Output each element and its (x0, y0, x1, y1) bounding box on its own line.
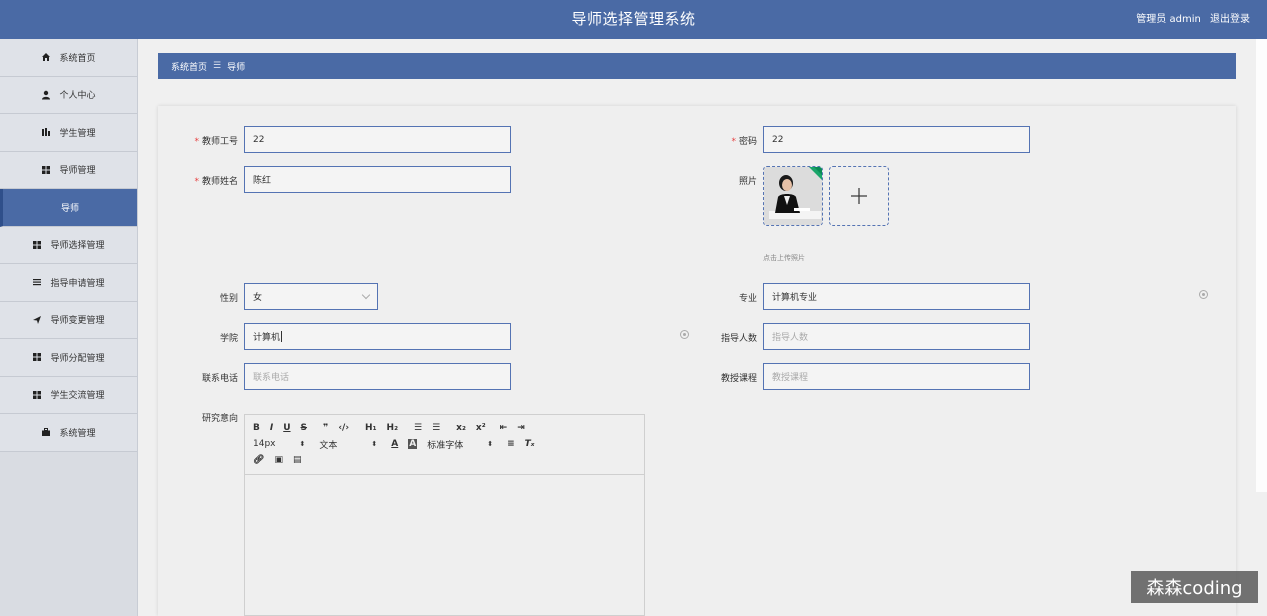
briefcase-icon (41, 427, 51, 437)
user-area: 管理员 admin 退出登录 (1130, 0, 1250, 39)
italic-icon[interactable]: I (270, 423, 273, 433)
background-color-icon[interactable]: A (408, 439, 418, 449)
sidebar-item-teacher-assign[interactable]: 导师分配管理 (0, 339, 137, 377)
college-label: 学院 (219, 334, 238, 344)
photo-label: 照片 (738, 177, 757, 187)
blockquote-icon[interactable]: ❞ (323, 423, 328, 433)
video-icon[interactable]: ▤ (293, 455, 302, 465)
sidebar-item-students[interactable]: 学生管理 (0, 114, 137, 152)
sidebar-item-label: 系统首页 (59, 53, 96, 64)
guide-count-label: 指导人数 (720, 334, 757, 344)
clear-format-icon[interactable]: Tₓ (525, 439, 535, 449)
breadcrumb-home[interactable]: 系统首页 (171, 60, 207, 73)
grid-icon (32, 240, 42, 250)
plus-icon (851, 188, 867, 204)
password-input[interactable]: 22 (763, 126, 1030, 153)
teacher-no-input[interactable]: 22 (244, 126, 511, 153)
strikethrough-icon[interactable]: S (301, 423, 307, 433)
chevron-down-icon (361, 290, 371, 300)
logout-link[interactable]: 退出登录 (1210, 14, 1250, 25)
user-label: 管理员 admin (1136, 14, 1201, 25)
bold-icon[interactable]: B (253, 423, 260, 433)
sidebar-subitem-teacher[interactable]: 导师 (0, 189, 137, 227)
grid-icon (41, 165, 51, 175)
teacher-name-input[interactable]: 陈红 (244, 166, 511, 193)
sidebar-item-label: 指导申请管理 (50, 278, 105, 289)
sidebar-item-teachers[interactable]: 导师管理 (0, 151, 137, 189)
grid-icon (32, 390, 42, 400)
sidebar-item-label: 导师 (60, 203, 79, 214)
sidebar-item-label: 系统管理 (59, 428, 96, 439)
sidebar-item-label: 学生交流管理 (50, 391, 105, 402)
subscript-icon[interactable]: x₂ (456, 423, 466, 433)
sidebar-item-label: 导师选择管理 (50, 241, 105, 252)
breadcrumb: 系统首页 ☰ 导师 (158, 53, 1236, 79)
bar-chart-icon (41, 127, 51, 137)
font-size-select[interactable]: 14px ⬍ (253, 439, 305, 449)
user-icon (41, 90, 51, 100)
heading1-icon[interactable]: H₁ (365, 423, 376, 433)
editor-toolbar: B I U S ❞ ‹/› H₁ H₂ ☰ ☰ x₂ x² ⇤ ⇥ 14px ⬍ … (245, 415, 644, 475)
breadcrumb-current: 导师 (227, 62, 246, 73)
sidebar-item-system[interactable]: 系统管理 (0, 414, 137, 452)
underline-icon[interactable]: U (283, 423, 290, 433)
list-icon (32, 277, 42, 287)
text-type-select[interactable]: 文本 ⬍ (319, 438, 377, 451)
sidebar: 系统首页 个人中心 学生管理 导师管理 导师 导师选择管理 指导申请管理 导师变… (0, 39, 138, 616)
font-color-icon[interactable]: A (391, 439, 398, 449)
sidebar-item-label: 导师管理 (59, 166, 96, 177)
gender-select[interactable]: 女 (244, 283, 378, 310)
sidebar-item-home[interactable]: 系统首页 (0, 39, 137, 77)
rich-text-editor: B I U S ❞ ‹/› H₁ H₂ ☰ ☰ x₂ x² ⇤ ⇥ 14px ⬍ … (244, 414, 645, 616)
code-icon[interactable]: ‹/› (338, 423, 349, 433)
watermark: 森森coding (1131, 571, 1258, 603)
align-icon[interactable]: ≡ (507, 439, 515, 449)
top-header: 导师选择管理系统 管理员 admin 退出登录 (0, 0, 1267, 39)
breadcrumb-separator: ☰ (213, 61, 222, 71)
major-input[interactable]: 计算机专业 (763, 283, 1030, 310)
home-icon (41, 52, 51, 62)
teacher-name-label: * 教师姓名 (194, 177, 238, 187)
guide-count-input[interactable]: 指导人数 (763, 323, 1030, 350)
sidebar-item-profile[interactable]: 个人中心 (0, 76, 137, 114)
sidebar-item-teacher-change[interactable]: 导师变更管理 (0, 301, 137, 339)
sidebar-item-guidance-apply[interactable]: 指导申请管理 (0, 264, 137, 302)
upload-photo-button[interactable] (829, 166, 889, 226)
major-label: 专业 (738, 294, 757, 304)
text-cursor (281, 331, 283, 342)
research-label: 研究意向 (201, 414, 238, 424)
ordered-list-icon[interactable]: ☰ (414, 423, 422, 433)
link-icon[interactable]: 🔗︎ (253, 455, 264, 465)
courses-label: 教授课程 (720, 374, 757, 384)
photo-upload-hint: 点击上传照片 (763, 254, 805, 262)
circle-indicator-icon (1199, 290, 1208, 299)
photo-thumbnail[interactable] (763, 166, 823, 226)
photo-image (764, 167, 822, 225)
sidebar-item-student-exchange[interactable]: 学生交流管理 (0, 376, 137, 414)
teacher-no-label: * 教师工号 (194, 137, 238, 147)
courses-input[interactable]: 教授课程 (763, 363, 1030, 390)
scrollbar[interactable] (1256, 39, 1267, 492)
sidebar-item-label: 导师变更管理 (50, 316, 105, 327)
sidebar-item-label: 个人中心 (59, 91, 96, 102)
outdent-icon[interactable]: ⇤ (500, 423, 508, 433)
sidebar-item-label: 导师分配管理 (50, 353, 105, 364)
college-input[interactable]: 计算机 (244, 323, 511, 350)
font-family-select[interactable]: 标准字体 ⬍ (427, 438, 493, 451)
app-title: 导师选择管理系统 (571, 10, 696, 28)
image-icon[interactable]: ▣ (274, 455, 283, 465)
superscript-icon[interactable]: x² (476, 423, 486, 433)
grid-icon (32, 352, 42, 362)
phone-input[interactable]: 联系电话 (244, 363, 511, 390)
heading2-icon[interactable]: H₂ (387, 423, 398, 433)
indent-icon[interactable]: ⇥ (517, 423, 525, 433)
password-label: * 密码 (731, 137, 757, 147)
editor-content-area[interactable] (245, 475, 644, 615)
gender-label: 性别 (219, 294, 238, 304)
send-icon (32, 315, 42, 325)
sidebar-item-teacher-selection[interactable]: 导师选择管理 (0, 226, 137, 264)
phone-label: 联系电话 (201, 374, 238, 384)
sidebar-item-label: 学生管理 (59, 128, 96, 139)
bullet-list-icon[interactable]: ☰ (432, 423, 440, 433)
